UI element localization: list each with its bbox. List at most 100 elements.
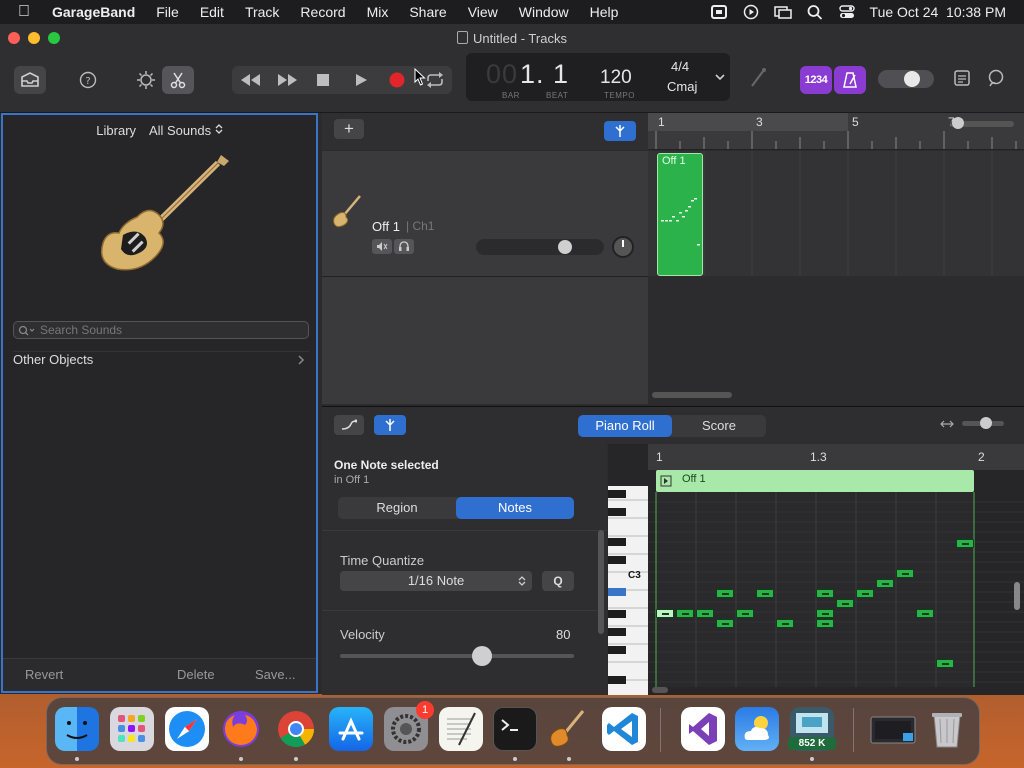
tab-piano-roll[interactable]: Piano Roll: [578, 415, 672, 437]
firefox-icon[interactable]: [219, 707, 263, 751]
play-circle-icon[interactable]: [742, 4, 760, 20]
zoom-slider[interactable]: [950, 117, 1014, 129]
tab-notes[interactable]: Notes: [456, 497, 574, 519]
menu-mix[interactable]: Mix: [367, 4, 389, 20]
save-button[interactable]: Save...: [255, 667, 295, 682]
add-track-button[interactable]: +: [334, 119, 364, 139]
horizontal-scrollbar[interactable]: [652, 392, 732, 398]
stop-icon[interactable]: [316, 73, 330, 87]
tracks-timeline[interactable]: 1 3 5 7 Off 1: [648, 113, 1024, 403]
track-volume-slider[interactable]: [476, 239, 604, 255]
roll-vertical-scrollbar[interactable]: [1014, 582, 1020, 610]
safari-icon[interactable]: [165, 707, 209, 751]
midi-note[interactable]: [816, 609, 834, 618]
editor-zoom-slider[interactable]: [962, 417, 1004, 429]
piano-keyboard[interactable]: [608, 486, 648, 695]
up-down-chevron-icon[interactable]: [215, 123, 223, 135]
app-store-icon[interactable]: [329, 707, 373, 751]
velocity-knob[interactable]: [472, 646, 492, 666]
midi-note[interactable]: [736, 609, 754, 618]
vscode-icon[interactable]: [602, 707, 646, 751]
weather-icon[interactable]: [735, 707, 779, 751]
library-filter[interactable]: All Sounds: [149, 123, 211, 138]
midi-note[interactable]: [656, 609, 674, 618]
menu-share[interactable]: Share: [409, 4, 446, 20]
midi-note[interactable]: [856, 589, 874, 598]
menu-app[interactable]: GarageBand: [52, 4, 135, 20]
lcd-tempo[interactable]: 120: [600, 67, 632, 89]
master-volume-slider[interactable]: [878, 70, 934, 88]
master-volume-knob[interactable]: [904, 71, 920, 87]
textedit-icon[interactable]: [439, 707, 483, 751]
midi-note[interactable]: [896, 569, 914, 578]
menubar-clock[interactable]: Tue Oct 24 10:38 PM: [870, 4, 1006, 20]
headphones-button[interactable]: [394, 239, 414, 254]
launchpad-icon[interactable]: [110, 707, 154, 751]
pan-knob[interactable]: [612, 236, 634, 258]
fast-forward-icon[interactable]: [274, 72, 300, 88]
midi-note[interactable]: [696, 609, 714, 618]
midi-note[interactable]: [716, 619, 734, 628]
menu-help[interactable]: Help: [590, 4, 619, 20]
library-button[interactable]: [14, 66, 46, 94]
notepad-icon[interactable]: [952, 68, 972, 88]
track-name[interactable]: Off 1: [372, 219, 400, 234]
midi-note[interactable]: [916, 609, 934, 618]
midi-note[interactable]: [816, 589, 834, 598]
quantize-button[interactable]: Q: [542, 571, 574, 591]
terminal-icon[interactable]: [493, 707, 537, 751]
screen-capture-icon[interactable]: [710, 4, 728, 20]
editor-zoom-knob[interactable]: [980, 417, 992, 429]
roll-ruler[interactable]: 1 1.3 2: [648, 444, 1024, 470]
midi-note[interactable]: [756, 589, 774, 598]
menu-file[interactable]: File: [156, 4, 179, 20]
tuner-icon[interactable]: [748, 66, 770, 90]
record-icon[interactable]: [389, 72, 405, 88]
count-in-button[interactable]: 1234: [800, 66, 832, 94]
metronome-button[interactable]: [834, 66, 866, 94]
revert-button[interactable]: Revert: [25, 667, 63, 682]
editor-catch-button[interactable]: [374, 415, 406, 435]
midi-note[interactable]: [776, 619, 794, 628]
menu-window[interactable]: Window: [519, 4, 569, 20]
midi-note[interactable]: [676, 609, 694, 618]
piano-roll[interactable]: C3 1 1.3 2 Off 1: [608, 444, 1024, 695]
network-monitor-icon[interactable]: 852 K: [788, 707, 836, 751]
tab-score[interactable]: Score: [672, 415, 766, 437]
play-icon[interactable]: [354, 72, 368, 88]
control-center-icon[interactable]: [838, 4, 856, 20]
roll-horizontal-scrollbar[interactable]: [652, 687, 668, 693]
garageband-icon[interactable]: [547, 707, 591, 751]
loop-browser-icon[interactable]: [986, 68, 1006, 88]
delete-button[interactable]: Delete: [177, 667, 215, 682]
trash-icon[interactable]: [925, 707, 969, 751]
menu-record[interactable]: Record: [300, 4, 345, 20]
rewind-icon[interactable]: [238, 72, 264, 88]
automation-button[interactable]: [334, 415, 364, 435]
menu-track[interactable]: Track: [245, 4, 279, 20]
velocity-slider[interactable]: [340, 646, 574, 666]
search-icon[interactable]: [806, 4, 824, 20]
track-header-off-1[interactable]: Off 1 | Ch1: [322, 151, 648, 277]
track-lane[interactable]: [648, 151, 1024, 276]
tab-region[interactable]: Region: [338, 497, 456, 519]
tracks-empty-area[interactable]: [322, 277, 648, 404]
midi-note[interactable]: [816, 619, 834, 628]
time-quantize-select[interactable]: 1/16 Note: [340, 571, 532, 591]
visual-studio-icon[interactable]: [681, 707, 725, 751]
midi-note[interactable]: [956, 539, 974, 548]
desktop-preview-icon[interactable]: [869, 707, 916, 751]
editors-button[interactable]: [162, 66, 194, 94]
bar-ruler[interactable]: 1 3 5 7: [648, 113, 1024, 150]
midi-note[interactable]: [836, 599, 854, 608]
zoom-slider-knob[interactable]: [952, 117, 964, 129]
midi-note[interactable]: [936, 659, 954, 668]
cycle-icon[interactable]: [424, 72, 446, 88]
system-settings-icon[interactable]: 1: [384, 701, 434, 751]
chevron-down-icon[interactable]: [714, 72, 726, 82]
lcd-time-signature[interactable]: 4/4: [671, 59, 689, 74]
inspector-scrollbar[interactable]: [598, 530, 604, 634]
lcd-key[interactable]: Cmaj: [667, 79, 697, 94]
apple-icon[interactable]: : [18, 4, 34, 20]
mute-button[interactable]: [372, 239, 392, 254]
